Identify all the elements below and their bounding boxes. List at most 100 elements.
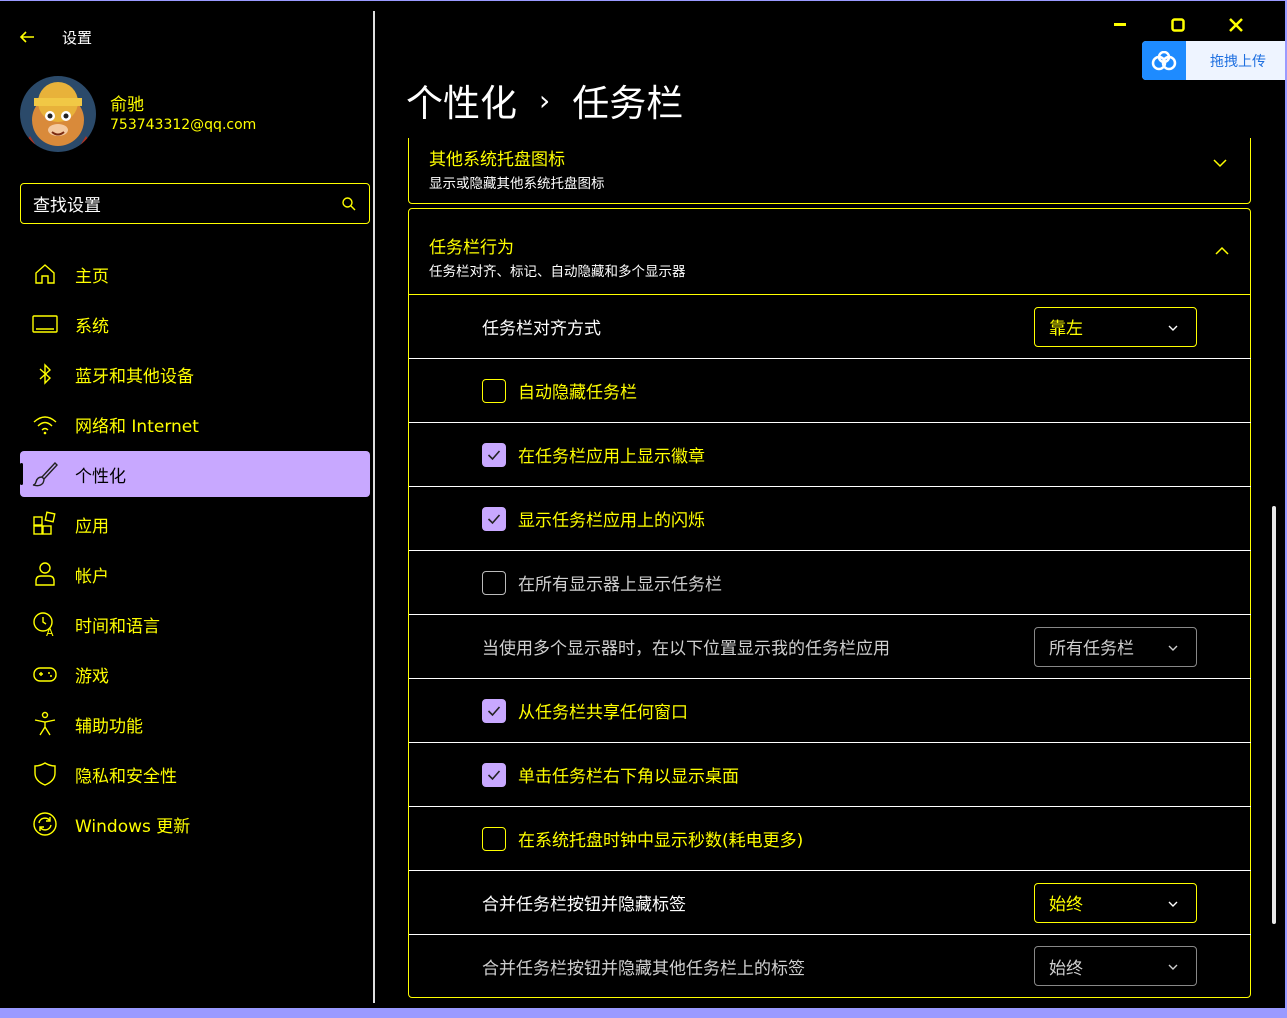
combine-buttons-label: 合并任务栏按钮并隐藏标签 (482, 895, 686, 915)
nav-item-label: 辅助功能 (75, 716, 143, 737)
nav-item-accounts[interactable]: 帐户 (20, 551, 370, 597)
maximize-button[interactable] (1149, 13, 1207, 37)
scrollbar-thumb[interactable] (1272, 506, 1276, 924)
nav-item-network[interactable]: 网络和 Internet (20, 401, 370, 447)
bluetooth-icon (32, 361, 58, 387)
nav-item-label: Windows 更新 (75, 816, 191, 837)
profile[interactable]: 俞驰 753743312@qq.com (20, 76, 256, 152)
select-value: 靠左 (1049, 319, 1083, 339)
search-icon[interactable] (341, 196, 357, 212)
checkmark-icon (487, 513, 501, 524)
settings-window: 设置 俞驰 753743312@qq.com 查找设置 主页 系统 蓝牙和其他设… (0, 0, 1287, 1018)
select-value: 始终 (1049, 958, 1083, 979)
nav-item-bluetooth[interactable]: 蓝牙和其他设备 (20, 351, 370, 397)
share-window-checkbox[interactable] (482, 698, 506, 723)
tray-icons-card[interactable]: 其他系统托盘图标 显示或隐藏其他系统托盘图标 (408, 138, 1251, 204)
chevron-down-icon (1166, 640, 1180, 654)
far-corner-label[interactable]: 单击任务栏右下角以显示桌面 (518, 762, 739, 787)
nav-item-time-language[interactable]: A 时间和语言 (20, 601, 370, 647)
chevron-up-icon[interactable] (1214, 243, 1230, 259)
refresh-icon (32, 811, 58, 837)
app-title: 设置 (62, 28, 93, 47)
nav-item-label: 时间和语言 (75, 616, 160, 637)
baidu-upload-widget[interactable]: 拖拽上传 (1142, 41, 1285, 80)
auto-hide-row: 自动隐藏任务栏 (409, 358, 1251, 422)
taskbar-behavior-header[interactable]: 任务栏行为 任务栏对齐、标记、自动隐藏和多个显示器 (409, 209, 1251, 294)
show-badges-label[interactable]: 在任务栏应用上显示徽章 (518, 442, 705, 467)
window-controls (1091, 13, 1265, 37)
search-input[interactable]: 查找设置 (20, 183, 370, 224)
back-arrow-icon[interactable] (18, 26, 40, 48)
auto-hide-checkbox[interactable] (482, 378, 506, 403)
close-button[interactable] (1207, 13, 1265, 37)
nav-item-label: 帐户 (75, 566, 109, 587)
nav-item-label: 蓝牙和其他设备 (75, 366, 194, 387)
monitor-icon (32, 311, 58, 337)
globe-clock-icon: A (32, 611, 58, 637)
show-flashing-label[interactable]: 显示任务栏应用上的闪烁 (518, 506, 705, 531)
baidu-cloud-icon (1142, 41, 1186, 80)
share-window-label[interactable]: 从任务栏共享任何窗口 (518, 698, 688, 723)
multi-display-select[interactable]: 所有任务栏 (1034, 626, 1197, 667)
nav-item-accessibility[interactable]: 辅助功能 (20, 701, 370, 747)
all-displays-row: 在所有显示器上显示任务栏 (409, 550, 1251, 614)
titlebar-left: 设置 (18, 25, 92, 49)
show-flashing-checkbox[interactable] (482, 506, 506, 531)
nav-item-label: 网络和 Internet (75, 416, 199, 437)
auto-hide-label[interactable]: 自动隐藏任务栏 (518, 378, 637, 403)
search-placeholder: 查找设置 (33, 196, 101, 216)
tray-icons-title: 其他系统托盘图标 (429, 150, 565, 170)
chevron-down-icon (1166, 959, 1180, 973)
main-panel: 拖拽上传 个性化 › 任务栏 其他系统托盘图标 显示或隐藏其他系统托盘图标 任务… (376, 1, 1285, 1008)
nav-item-privacy[interactable]: 隐私和安全性 (20, 751, 370, 797)
profile-text: 俞驰 753743312@qq.com (110, 94, 256, 134)
show-seconds-row: 在系统托盘时钟中显示秒数(耗电更多) (409, 806, 1251, 870)
nav-item-label: 主页 (75, 266, 109, 287)
far-corner-row: 单击任务栏右下角以显示桌面 (409, 742, 1251, 806)
taskbar-behavior-subtitle: 任务栏对齐、标记、自动隐藏和多个显示器 (429, 264, 686, 280)
all-displays-checkbox[interactable] (482, 570, 506, 595)
far-corner-checkbox[interactable] (482, 762, 506, 787)
person-icon (32, 561, 58, 587)
breadcrumb: 个性化 › 任务栏 (406, 73, 683, 127)
apps-icon (32, 511, 58, 537)
show-seconds-label[interactable]: 在系统托盘时钟中显示秒数(耗电更多) (518, 826, 803, 851)
baidu-upload-label: 拖拽上传 (1210, 53, 1266, 70)
sidebar-divider (373, 11, 375, 1003)
combine-other-label: 合并任务栏按钮并隐藏其他任务栏上的标签 (482, 958, 805, 979)
multi-display-label: 当使用多个显示器时，在以下位置显示我的任务栏应用 (482, 639, 890, 659)
breadcrumb-parent[interactable]: 个性化 (406, 73, 517, 127)
combine-other-select[interactable]: 始终 (1034, 946, 1197, 986)
nav-item-label: 系统 (75, 316, 109, 337)
nav-item-label: 游戏 (75, 666, 109, 687)
nav-item-windows-update[interactable]: Windows 更新 (20, 801, 370, 847)
nav-item-label: 应用 (75, 516, 109, 537)
nav-list: 主页 系统 蓝牙和其他设备 网络和 Internet 个性化 应用 帐户 A 时… (20, 251, 370, 851)
nav-item-apps[interactable]: 应用 (20, 501, 370, 547)
chevron-down-icon[interactable] (1212, 155, 1228, 171)
settings-content: 其他系统托盘图标 显示或隐藏其他系统托盘图标 任务栏行为 任务栏对齐、标记、自动… (408, 138, 1251, 998)
taskbar-alignment-select[interactable]: 靠左 (1034, 306, 1197, 347)
gamepad-icon (32, 661, 58, 687)
profile-name: 俞驰 (110, 95, 144, 115)
all-displays-label[interactable]: 在所有显示器上显示任务栏 (518, 570, 722, 595)
share-window-row: 从任务栏共享任何窗口 (409, 678, 1251, 742)
taskbar-behavior-title: 任务栏行为 (429, 238, 514, 258)
show-flashing-row: 显示任务栏应用上的闪烁 (409, 486, 1251, 550)
nav-item-system[interactable]: 系统 (20, 301, 370, 347)
svg-text:A: A (46, 626, 54, 637)
nav-item-home[interactable]: 主页 (20, 251, 370, 297)
nav-item-gaming[interactable]: 游戏 (20, 651, 370, 697)
checkmark-icon (487, 769, 501, 780)
taskbar-alignment-label: 任务栏对齐方式 (482, 319, 601, 339)
minimize-button[interactable] (1091, 13, 1149, 37)
show-badges-checkbox[interactable] (482, 442, 506, 467)
nav-item-personalization[interactable]: 个性化 (20, 451, 370, 497)
select-value: 所有任务栏 (1049, 639, 1134, 659)
chevron-down-icon (1166, 896, 1180, 910)
show-seconds-checkbox[interactable] (482, 826, 506, 851)
tray-icons-subtitle: 显示或隐藏其他系统托盘图标 (429, 176, 605, 192)
accessibility-icon (32, 711, 58, 737)
combine-buttons-select[interactable]: 始终 (1034, 882, 1197, 923)
nav-item-label: 隐私和安全性 (75, 766, 177, 787)
